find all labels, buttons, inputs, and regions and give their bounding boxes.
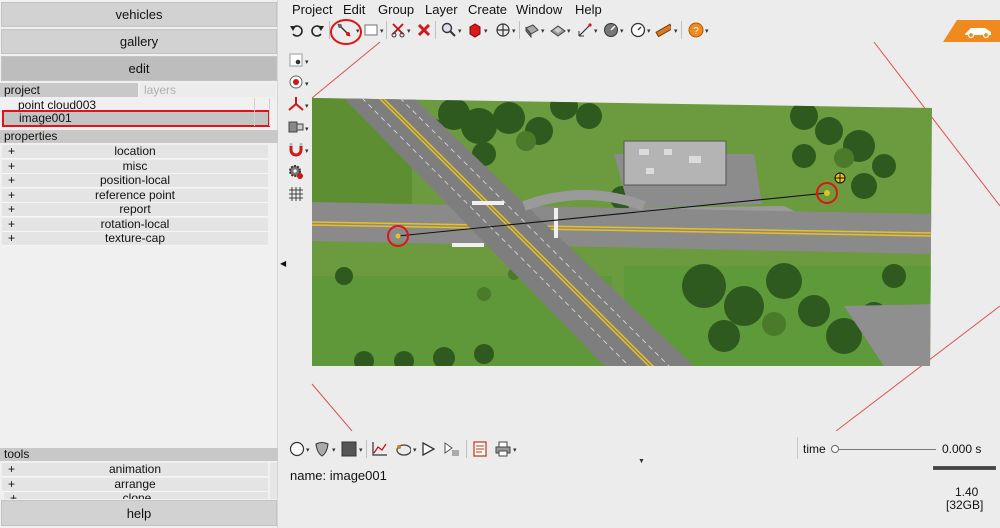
path-dropdown-icon[interactable]: ▾ [413, 446, 417, 454]
gauge-dropdown-icon[interactable]: ▾ [620, 27, 624, 35]
report-icon[interactable] [472, 441, 488, 457]
expand-icon[interactable]: + [8, 218, 15, 231]
crosshair-cursor-icon [834, 172, 846, 184]
property-label: texture-cap [104, 231, 166, 245]
menu-help[interactable]: Help [575, 2, 602, 17]
path-icon[interactable] [395, 441, 411, 457]
memory-usage-bar [933, 466, 996, 470]
expand-icon[interactable]: + [8, 203, 15, 216]
menu-project[interactable]: Project [292, 2, 332, 17]
property-label: report [119, 202, 151, 216]
property-label: misc [122, 159, 148, 173]
expand-icon[interactable]: + [10, 492, 17, 499]
tools-header: tools [0, 448, 278, 461]
frustum-line [311, 41, 381, 99]
tool-label: animation [108, 462, 162, 476]
print-icon[interactable] [495, 441, 511, 457]
color-dropdown-icon[interactable]: ▾ [359, 446, 363, 454]
time-value: 0.000 s [942, 442, 982, 456]
tool-row-clone[interactable]: clone + [4, 492, 268, 499]
sphere-icon[interactable] [289, 441, 305, 457]
panel-tabs: project layers [0, 83, 278, 97]
property-row-position-local[interactable]: position-local + [2, 174, 268, 188]
tab-project[interactable]: project [0, 83, 138, 97]
time-label: time [803, 442, 826, 456]
vehicles-button[interactable]: vehicles [1, 2, 277, 27]
property-label: reference point [94, 188, 176, 202]
measure-dropdown-icon[interactable]: ▾ [356, 27, 360, 35]
property-row-misc[interactable]: misc + [2, 160, 268, 174]
tab-layers[interactable]: layers [140, 83, 276, 97]
toolbar-separator [466, 440, 467, 458]
expand-icon[interactable]: + [8, 189, 15, 202]
time-slider-knob[interactable] [831, 445, 839, 453]
ruler-dropdown-icon[interactable]: ▾ [674, 27, 678, 35]
cube-dropdown-icon[interactable]: ▾ [484, 27, 488, 35]
expand-icon[interactable]: + [8, 145, 15, 158]
property-row-texture-cap[interactable]: texture-cap + [2, 232, 268, 246]
tools-scrollbar[interactable] [270, 463, 277, 499]
menu-group[interactable]: Group [378, 2, 414, 17]
menu-window[interactable]: Window [516, 2, 562, 17]
edit-button[interactable]: edit [1, 56, 277, 81]
sphere-dropdown-icon[interactable]: ▾ [306, 446, 310, 454]
menu-layer[interactable]: Layer [425, 2, 458, 17]
color-swatch-icon[interactable] [341, 441, 357, 457]
help-button[interactable]: help [1, 500, 277, 526]
property-row-reference-point[interactable]: reference point + [2, 189, 268, 203]
toolbar-separator [797, 437, 798, 459]
expand-icon[interactable]: + [8, 463, 15, 476]
property-row-location[interactable]: location + [2, 145, 268, 159]
tool-row-arrange[interactable]: arrange + [2, 478, 268, 492]
expand-icon[interactable]: + [8, 232, 15, 245]
left-panel: vehicles gallery edit project layers poi… [0, 0, 278, 528]
measurement-start-point [395, 233, 401, 239]
menu-create[interactable]: Create [468, 2, 507, 17]
property-label: position-local [99, 173, 171, 187]
frustum-line [311, 383, 353, 431]
tree-column-divider [254, 98, 270, 126]
rectangle-dropdown-icon[interactable]: ▾ [380, 27, 384, 35]
zoom-value: 1.40 [955, 485, 979, 499]
property-label: location [114, 144, 156, 158]
help-dropdown-icon[interactable]: ▾ [705, 27, 709, 35]
property-row-report[interactable]: report + [2, 203, 268, 217]
tool-row-animation[interactable]: animation + [2, 463, 268, 477]
properties-header: properties [0, 130, 278, 143]
toolbar-separator [366, 440, 367, 458]
zoom-dropdown-icon[interactable]: ▾ [458, 27, 462, 35]
expand-icon[interactable]: + [8, 478, 15, 491]
property-label: rotation-local [100, 217, 170, 231]
tool-label: clone [122, 492, 152, 499]
expand-icon[interactable]: + [8, 160, 15, 173]
tool-row-clone-clip: clone + [2, 492, 268, 499]
menu-edit[interactable]: Edit [343, 2, 365, 17]
3d-viewport[interactable] [284, 36, 1000, 431]
shield-dropdown-icon[interactable]: ▾ [332, 446, 336, 454]
print-dropdown-icon[interactable]: ▾ [513, 446, 517, 454]
gallery-button[interactable]: gallery [1, 29, 277, 54]
tree-item-image[interactable]: image001 [2, 110, 270, 127]
cut-dropdown-icon[interactable]: ▾ [407, 27, 411, 35]
measurement-end-point [824, 190, 830, 196]
graph-icon[interactable] [371, 441, 387, 457]
expand-panel-arrow-icon[interactable]: ▼ [638, 458, 645, 465]
selection-name-label: name: image001 [290, 468, 387, 483]
clock-dropdown-icon[interactable]: ▾ [647, 27, 651, 35]
property-row-rotation-local[interactable]: rotation-local + [2, 218, 268, 232]
plane-dropdown-icon[interactable]: ▾ [541, 27, 545, 35]
memory-label: [32GB] [946, 498, 984, 512]
play-icon[interactable] [420, 441, 436, 457]
time-slider-track[interactable] [833, 449, 936, 450]
layer-dropdown-icon[interactable]: ▾ [567, 27, 571, 35]
move-dropdown-icon[interactable]: ▾ [512, 27, 516, 35]
rotate-dropdown-icon[interactable]: ▾ [594, 27, 598, 35]
expand-icon[interactable]: + [8, 174, 15, 187]
shield-icon[interactable] [314, 441, 330, 457]
aerial-image [312, 98, 932, 366]
tool-label: arrange [114, 477, 156, 491]
step-icon[interactable] [443, 441, 459, 457]
